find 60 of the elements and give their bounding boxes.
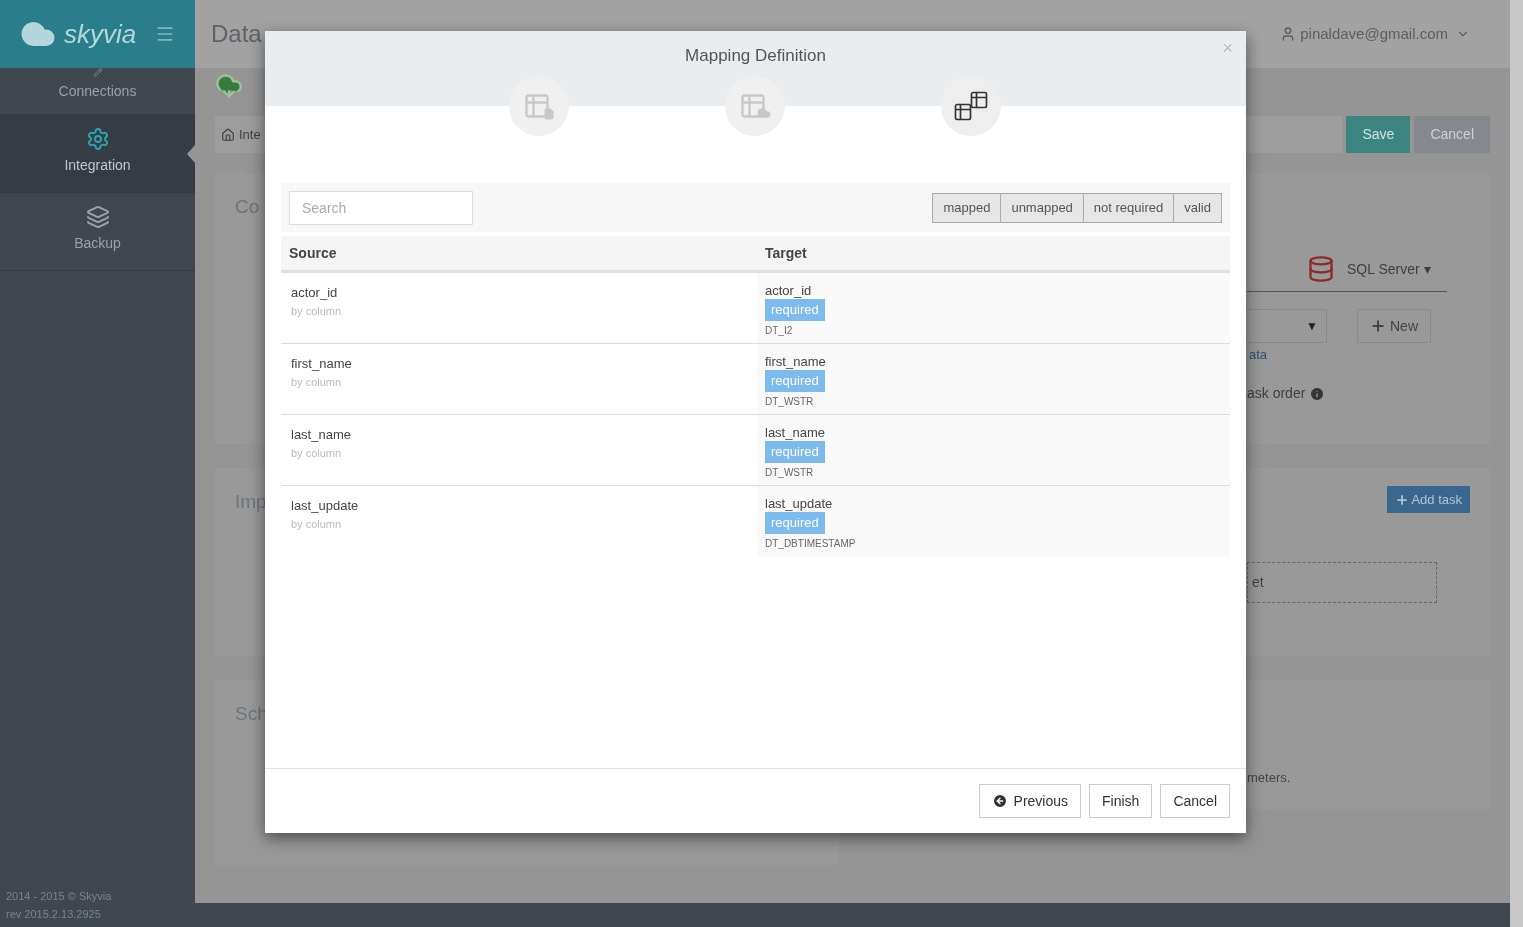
filter-toggle[interactable]: valid xyxy=(1173,192,1222,223)
data-type: DT_I2 xyxy=(765,324,793,338)
column-header: Source xyxy=(288,243,338,263)
data-type: DT_DBTIMESTAMP xyxy=(765,537,856,551)
menu-icon[interactable] xyxy=(155,24,175,44)
mapping-note: by column xyxy=(291,303,342,319)
filter-toggle[interactable]: unmapped xyxy=(1000,192,1084,223)
required-badge: required xyxy=(765,512,825,534)
plus-icon xyxy=(1370,318,1386,334)
required-badge: required xyxy=(765,370,825,392)
column-header: Target xyxy=(764,243,807,263)
footer-text: 2014 - 2015 © Skyvia xyxy=(6,889,113,904)
database-icon xyxy=(1307,255,1335,283)
cancel-button[interactable]: Cancel xyxy=(1414,116,1490,153)
data-type: DT_WSTR xyxy=(765,466,814,480)
filter-toggle[interactable]: not required xyxy=(1082,192,1175,223)
save-button[interactable]: Save xyxy=(1346,116,1411,153)
sidebar-item[interactable]: Integration xyxy=(0,115,195,193)
required-badge: required xyxy=(765,299,825,321)
add-task-button[interactable]: Add task xyxy=(1387,486,1470,513)
source-field: actor_id xyxy=(291,283,338,303)
drop-zone-text: et xyxy=(1252,573,1264,592)
connector-dropdown[interactable]: SQL Server ▾ xyxy=(1347,258,1431,280)
layers-icon xyxy=(85,205,110,229)
gear-icon xyxy=(85,127,110,151)
page-title: Data xyxy=(211,19,262,49)
search-field[interactable]: Search xyxy=(289,190,473,225)
option-label: ask order xyxy=(1247,383,1326,404)
target-field: first_name xyxy=(765,354,826,370)
plus-icon xyxy=(1395,492,1410,507)
mapping-note: by column xyxy=(291,374,342,390)
filter-toggle[interactable]: mapped xyxy=(932,192,1002,223)
scrollbar[interactable] xyxy=(1510,0,1523,927)
user-email: pinaldave@gmail.com xyxy=(1300,23,1448,44)
source-field: last_update xyxy=(291,496,359,516)
schedule-note: meters. xyxy=(1247,769,1291,787)
link-text[interactable]: ata xyxy=(1249,345,1268,365)
data-type: DT_WSTR xyxy=(765,395,814,409)
mapping-note: by column xyxy=(291,516,342,532)
cloud-download-icon[interactable] xyxy=(215,72,243,100)
source-field: first_name xyxy=(291,354,352,374)
new-button[interactable]: New xyxy=(1357,309,1431,343)
breadcrumb-link[interactable]: Inte xyxy=(239,124,261,145)
previous-button[interactable]: Previous xyxy=(978,784,1082,818)
table-cloud-icon xyxy=(739,92,771,120)
two-tables-icon xyxy=(953,90,989,122)
source-field: last_name xyxy=(291,425,351,445)
user-menu[interactable]: pinaldave@gmail.com xyxy=(1280,22,1470,46)
target-field: last_update xyxy=(765,496,833,512)
table-file-icon xyxy=(523,92,555,120)
home-icon[interactable] xyxy=(221,127,235,142)
target-field: actor_id xyxy=(765,283,812,299)
footer-text: rev 2015.2.13.2925 xyxy=(6,907,102,922)
info-icon[interactable] xyxy=(1309,385,1326,402)
finish-button[interactable]: Finish xyxy=(1089,784,1153,818)
dialog-title: Mapping Definition xyxy=(685,45,826,67)
required-badge: required xyxy=(765,441,825,463)
cancel-button[interactable]: Cancel xyxy=(1160,784,1230,818)
target-field: last_name xyxy=(765,425,825,441)
mapping-note: by column xyxy=(291,445,342,461)
